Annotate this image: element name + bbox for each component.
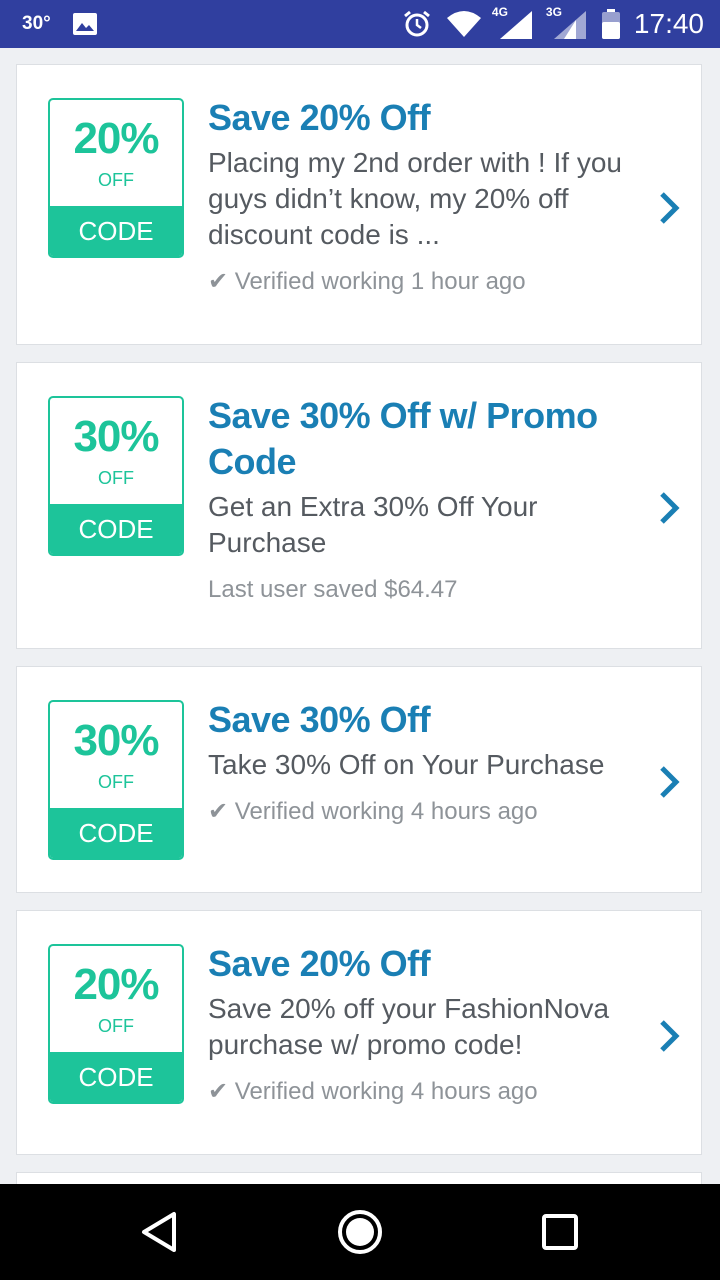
temperature-indicator: 30° xyxy=(22,13,51,34)
badge-off-label: OFF xyxy=(98,170,134,190)
deal-card[interactable]: 30% OFF CODE Save 30% Off Take 30% Off o… xyxy=(16,666,702,893)
deal-description: Placing my 2nd order with ! If you guys … xyxy=(208,147,622,250)
navigation-bar xyxy=(0,1184,720,1280)
deal-meta: ✔ Verified working 1 hour ago xyxy=(208,268,526,295)
deal-content: Save 20% Off Placing my 2nd order with !… xyxy=(208,95,648,297)
badge-code-label: CODE xyxy=(50,206,182,256)
deal-content: Save 30% Off w/ Promo Code Get an Extra … xyxy=(208,393,648,605)
badge-code-label: CODE xyxy=(50,1052,182,1102)
discount-badge: 20% OFF CODE xyxy=(48,98,184,258)
signal-4g-icon: 4G xyxy=(492,5,532,41)
deal-card[interactable]: 20% OFF CODE Save 20% Off Save 20% off y… xyxy=(16,910,702,1155)
deal-content: Save 20% Off Save 20% off your FashionNo… xyxy=(208,941,648,1107)
home-icon[interactable] xyxy=(336,1208,384,1256)
deal-title: Save 20% Off xyxy=(208,943,431,984)
deal-content: Save 30% Off Take 30% Off on Your Purcha… xyxy=(208,697,648,827)
chevron-right-icon[interactable] xyxy=(657,1019,681,1053)
alarm-icon xyxy=(402,9,432,39)
deal-title: Save 30% Off w/ Promo Code xyxy=(208,395,598,482)
wifi-icon xyxy=(446,10,482,38)
image-icon xyxy=(73,13,97,35)
deal-title: Save 30% Off xyxy=(208,699,431,740)
signal-3g-icon: 3G xyxy=(546,5,586,41)
badge-code-label: CODE xyxy=(50,808,182,858)
recents-icon[interactable] xyxy=(536,1208,584,1256)
badge-percent: 20% xyxy=(73,960,159,1009)
deal-description: Take 30% Off on Your Purchase xyxy=(208,749,605,780)
badge-off-label: OFF xyxy=(98,772,134,792)
badge-percent: 30% xyxy=(73,412,159,461)
deal-meta: ✔ Verified working 4 hours ago xyxy=(208,1078,538,1105)
badge-off-label: OFF xyxy=(98,1016,134,1036)
status-bar: 30° 4G 3G 17:40 xyxy=(0,0,720,48)
discount-badge: 20% OFF CODE xyxy=(48,944,184,1104)
deal-title: Save 20% Off xyxy=(208,97,431,138)
chevron-right-icon[interactable] xyxy=(657,191,681,225)
discount-badge: 30% OFF CODE xyxy=(48,396,184,556)
deal-description: Save 20% off your FashionNova purchase w… xyxy=(208,993,610,1060)
deal-description: Get an Extra 30% Off Your Purchase xyxy=(208,491,538,558)
badge-percent: 30% xyxy=(73,716,159,765)
deal-card[interactable]: 20% OFF CODE Save 20% Off Placing my 2nd… xyxy=(16,64,702,345)
deal-card[interactable]: 30% OFF CODE Save 30% Off w/ Promo Code … xyxy=(16,362,702,649)
deal-meta: Last user saved $64.47 xyxy=(208,576,458,603)
clock: 17:40 xyxy=(633,8,704,39)
discount-badge: 30% OFF CODE xyxy=(48,700,184,860)
badge-percent: 20% xyxy=(73,114,159,163)
badge-off-label: OFF xyxy=(98,468,134,488)
battery-icon xyxy=(601,9,620,39)
back-icon[interactable] xyxy=(136,1208,184,1256)
deal-meta: ✔ Verified working 4 hours ago xyxy=(208,798,538,825)
chevron-right-icon[interactable] xyxy=(657,765,681,799)
badge-code-label: CODE xyxy=(50,504,182,554)
chevron-right-icon[interactable] xyxy=(657,491,681,525)
